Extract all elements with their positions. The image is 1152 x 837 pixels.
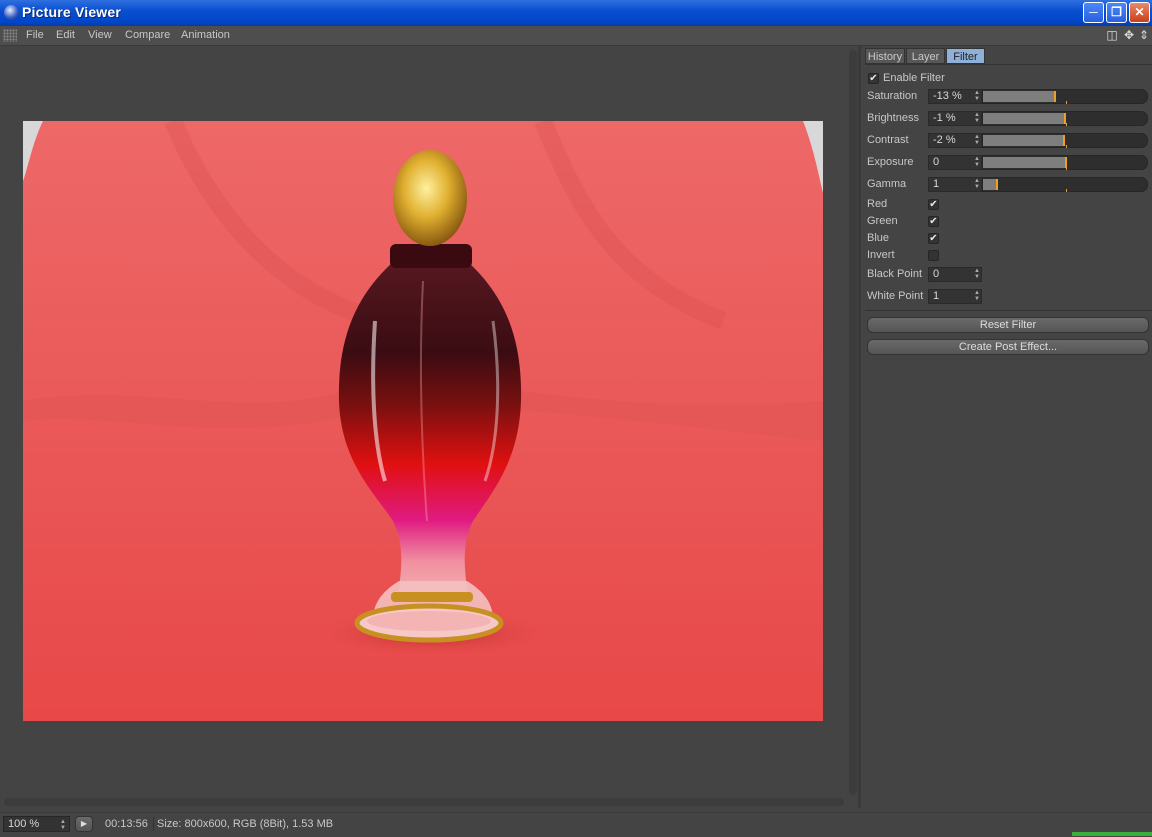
spin-arrows-icon[interactable]: ▲ ▼ [974, 90, 980, 102]
image-info: Size: 800x600, RGB (8Bit), 1.53 MB [157, 818, 334, 830]
white-point-value: 1 [933, 290, 940, 302]
exposure-fill [983, 157, 1065, 168]
saturation-slider[interactable] [982, 89, 1148, 104]
menu-view[interactable]: View [88, 29, 112, 41]
tab-underline [865, 64, 1152, 65]
gamma-slider[interactable] [982, 177, 1148, 192]
menu-edit[interactable]: Edit [56, 29, 75, 41]
status-divider [153, 817, 154, 831]
spin-arrows-icon[interactable]: ▲ ▼ [974, 156, 980, 168]
spin-arrows-icon[interactable]: ▲ ▼ [974, 178, 980, 190]
restore-button[interactable]: ❐ [1106, 2, 1127, 23]
tab-layer[interactable]: Layer [906, 48, 945, 64]
invert-checkbox[interactable] [928, 250, 939, 261]
enable-filter-checkbox[interactable]: ✔ [868, 73, 879, 84]
gamma-field[interactable]: 1 ▲ ▼ [928, 177, 982, 192]
exposure-field[interactable]: 0 ▲ ▼ [928, 155, 982, 170]
red-checkbox[interactable]: ✔ [928, 199, 939, 210]
menu-compare[interactable]: Compare [125, 29, 170, 41]
minimize-button[interactable]: ─ [1083, 2, 1104, 23]
menu-bar: File Edit View Compare Animation ◫ ✥ ⇕ [0, 26, 1152, 46]
contrast-fill [983, 135, 1063, 146]
brightness-field[interactable]: -1 % ▲ ▼ [928, 111, 982, 126]
saturation-value: -13 % [933, 90, 962, 102]
exposure-label: Exposure [867, 156, 914, 168]
saturation-field[interactable]: -13 % ▲ ▼ [928, 89, 982, 104]
status-bar: 100 % ▲ ▼ ▶ 00:13:56 Size: 800x600, RGB (8… [0, 812, 1152, 837]
red-label: Red [867, 198, 888, 210]
render-time: 00:13:56 [105, 818, 148, 830]
exposure-value: 0 [933, 156, 940, 168]
tab-history[interactable]: History [865, 48, 905, 64]
brightness-value: -1 % [933, 112, 956, 124]
gamma-fill [983, 179, 996, 190]
brightness-label: Brightness [867, 112, 919, 124]
contrast-value: -2 % [933, 134, 956, 146]
gamma-knob[interactable] [996, 179, 998, 190]
spin-arrows-icon[interactable]: ▲ ▼ [974, 112, 980, 124]
horizontal-scrollbar[interactable] [4, 798, 844, 806]
blue-checkbox[interactable]: ✔ [928, 233, 939, 244]
saturation-label: Saturation [867, 90, 918, 102]
restore-icon: ❐ [1111, 5, 1122, 19]
invert-label: Invert [867, 249, 895, 261]
panel-separator [865, 310, 1152, 311]
menu-file[interactable]: File [26, 29, 44, 41]
saturation-midmark [1066, 101, 1067, 104]
filter-panel: History Layer Filter ✔ Enable Filter Sat… [861, 46, 1152, 808]
gamma-midmark [1066, 189, 1067, 192]
play-icon: ▶ [80, 819, 88, 828]
green-checkbox[interactable]: ✔ [928, 216, 939, 227]
contrast-knob[interactable] [1063, 135, 1065, 146]
window-title: Picture Viewer [22, 4, 122, 20]
zoom-value: 100 % [8, 818, 40, 830]
menu-grip-icon[interactable] [3, 29, 17, 42]
gamma-label: Gamma [867, 178, 907, 190]
title-bar: Picture Viewer ─ ❐ ✕ [0, 0, 1152, 26]
brightness-fill [983, 113, 1064, 124]
progress-strip [1072, 832, 1152, 836]
contrast-field[interactable]: -2 % ▲ ▼ [928, 133, 982, 148]
zoom-field[interactable]: 100 % ▲ ▼ [3, 816, 70, 832]
black-point-value: 0 [933, 268, 940, 280]
brightness-slider[interactable] [982, 111, 1148, 126]
rendered-image [23, 121, 823, 721]
white-point-label: White Point [867, 290, 924, 302]
scroll-arrows-icon[interactable]: ⇕ [1137, 28, 1151, 42]
black-point-label: Black Point [867, 268, 923, 280]
spin-arrows-icon[interactable]: ▲ ▼ [974, 268, 980, 280]
green-label: Green [867, 215, 898, 227]
play-button[interactable]: ▶ [75, 816, 93, 832]
close-icon: ✕ [1134, 5, 1145, 19]
contrast-label: Contrast [867, 134, 909, 146]
menu-animation[interactable]: Animation [181, 29, 230, 41]
white-point-field[interactable]: 1 ▲ ▼ [928, 289, 982, 304]
move-arrows-icon[interactable]: ✥ [1122, 28, 1136, 42]
exposure-midmark [1066, 167, 1067, 170]
panel-layout-icon[interactable]: ◫ [1105, 28, 1119, 42]
minimize-icon: ─ [1089, 5, 1098, 19]
enable-filter-label: Enable Filter [883, 72, 945, 84]
app-sphere-icon[interactable] [4, 5, 19, 20]
gamma-value: 1 [933, 178, 940, 190]
contrast-slider[interactable] [982, 133, 1148, 148]
close-button[interactable]: ✕ [1129, 2, 1150, 23]
create-post-effect-button[interactable]: Create Post Effect... [867, 339, 1149, 355]
spin-arrows-icon[interactable]: ▲ ▼ [60, 819, 66, 831]
spin-arrows-icon[interactable]: ▲ ▼ [974, 134, 980, 146]
saturation-fill [983, 91, 1054, 102]
brightness-midmark [1066, 123, 1067, 126]
reset-filter-button[interactable]: Reset Filter [867, 317, 1149, 333]
spin-arrows-icon[interactable]: ▲ ▼ [974, 290, 980, 302]
blue-label: Blue [867, 232, 890, 244]
saturation-knob[interactable] [1054, 91, 1056, 102]
exposure-slider[interactable] [982, 155, 1148, 170]
contrast-midmark [1066, 145, 1067, 148]
tab-filter[interactable]: Filter [946, 48, 985, 64]
vertical-scrollbar[interactable] [849, 50, 857, 795]
black-point-field[interactable]: 0 ▲ ▼ [928, 267, 982, 282]
